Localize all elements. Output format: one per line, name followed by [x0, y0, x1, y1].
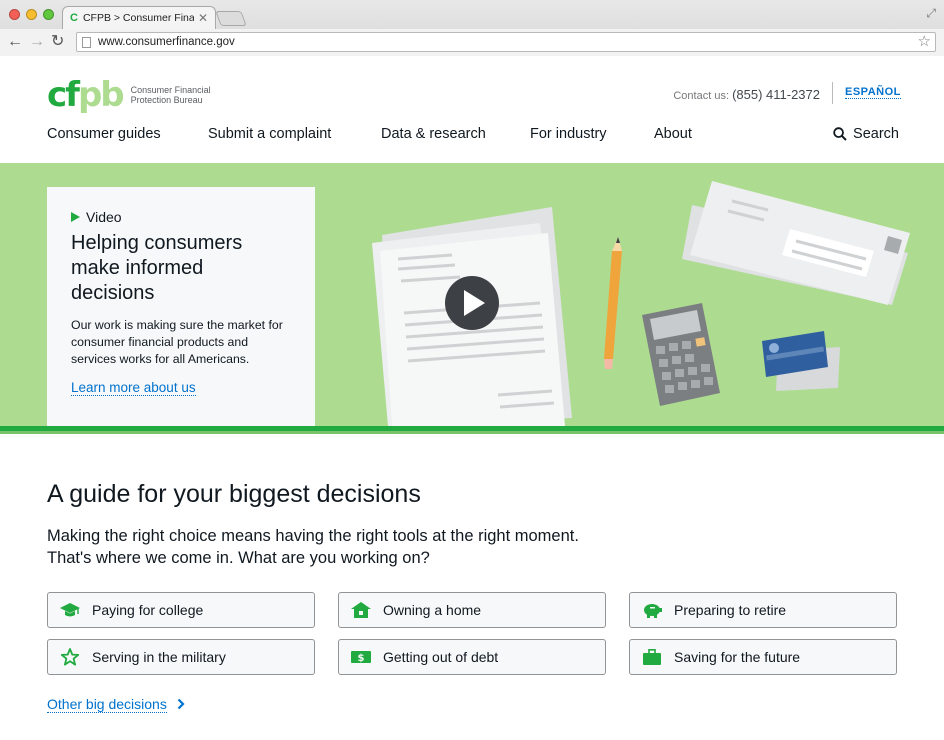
contact-label: Contact us:	[673, 90, 729, 102]
owning-a-home-button[interactable]: Owning a home	[338, 592, 606, 628]
play-triangle-icon	[71, 212, 80, 222]
logo-mark: cfpb	[47, 75, 125, 115]
guide-label: Serving in the military	[92, 649, 226, 665]
espanol-link[interactable]: ESPAÑOL	[845, 86, 901, 99]
saving-for-future-button[interactable]: Saving for the future	[629, 639, 897, 675]
bookmark-star-icon[interactable]: ☆	[918, 33, 931, 51]
star-icon	[60, 647, 80, 667]
graduation-cap-icon	[60, 600, 80, 620]
hero-title: Helping consumers make informed decision…	[71, 232, 243, 304]
forward-arrow-icon[interactable]: →	[29, 32, 45, 52]
calculator-illustration	[642, 303, 720, 406]
pencil-illustration	[604, 237, 622, 369]
url-text: www.consumerfinance.gov	[98, 36, 235, 48]
hero-card: Video Helping consumers make informed de…	[47, 187, 315, 426]
nav-data-research[interactable]: Data & research	[381, 126, 486, 142]
credit-card-illustration	[762, 331, 840, 391]
tab-title: CFPB > Consumer Financial	[82, 12, 194, 24]
close-window-button[interactable]	[9, 9, 20, 20]
other-big-decisions-link[interactable]: Other big decisions	[47, 696, 185, 713]
new-tab-button[interactable]	[215, 11, 247, 26]
video-play-icon[interactable]	[445, 276, 499, 330]
main-navigation: Consumer guides Submit a complaint Data …	[47, 126, 899, 146]
guides-heading: A guide for your biggest decisions	[47, 480, 421, 508]
close-tab-icon[interactable]: ✕	[198, 11, 208, 25]
guide-label: Owning a home	[383, 602, 482, 618]
paying-for-college-button[interactable]: Paying for college	[47, 592, 315, 628]
guide-label: Saving for the future	[674, 649, 801, 665]
serving-in-military-button[interactable]: Serving in the military	[47, 639, 315, 675]
favicon-icon: C	[70, 12, 78, 24]
getting-out-of-debt-button[interactable]: $ Getting out of debt	[338, 639, 606, 675]
guides-intro: Making the right choice means having the…	[47, 527, 579, 567]
nav-for-industry[interactable]: For industry	[530, 126, 607, 142]
page-icon	[82, 36, 91, 48]
hero-description: Our work is making sure the market for c…	[71, 318, 283, 366]
back-arrow-icon[interactable]: ←	[7, 32, 23, 52]
nav-submit-complaint[interactable]: Submit a complaint	[208, 126, 331, 142]
briefcase-icon	[642, 647, 662, 667]
window-controls	[9, 9, 54, 20]
guide-label: Getting out of debt	[383, 649, 499, 665]
hero-kicker-label: Video	[86, 209, 122, 225]
contact-phone[interactable]: (855) 411-2372	[732, 87, 820, 102]
browser-tab[interactable]: C CFPB > Consumer Financial ✕	[62, 6, 216, 29]
fullscreen-icon[interactable]: ⤢	[926, 6, 936, 21]
logo-agency-name: Consumer Financial Protection Bureau	[130, 85, 211, 105]
guide-label: Paying for college	[92, 602, 204, 618]
piggy-bank-icon	[642, 600, 662, 620]
search-button[interactable]: Search	[833, 126, 899, 142]
contact-info: Contact us: (855) 411-2372	[673, 87, 820, 102]
nav-about[interactable]: About	[654, 126, 692, 142]
search-label: Search	[853, 126, 899, 142]
hero-bottom-bar	[0, 426, 944, 434]
guide-label: Preparing to retire	[674, 602, 787, 618]
address-bar[interactable]: www.consumerfinance.gov ☆	[76, 32, 936, 52]
cfpb-logo[interactable]: cfpb Consumer Financial Protection Burea…	[47, 75, 221, 115]
browser-chrome: C CFPB > Consumer Financial ✕ ⤢ ← → ↻ ww…	[0, 0, 944, 56]
preparing-to-retire-button[interactable]: Preparing to retire	[629, 592, 897, 628]
minimize-window-button[interactable]	[26, 9, 37, 20]
chevron-right-icon	[177, 697, 185, 713]
learn-more-link[interactable]: Learn more about us	[71, 380, 196, 396]
header-divider	[832, 82, 833, 104]
browser-toolbar: ← → ↻ www.consumerfinance.gov ☆	[0, 29, 944, 56]
nav-consumer-guides[interactable]: Consumer guides	[47, 126, 161, 142]
other-link-label: Other big decisions	[47, 696, 167, 713]
svg-text:$: $	[358, 653, 365, 664]
search-icon	[833, 127, 847, 141]
reload-icon[interactable]: ↻	[51, 32, 64, 52]
hero-banner: Video Helping consumers make informed de…	[0, 163, 944, 426]
money-icon: $	[351, 647, 371, 667]
hero-kicker: Video	[71, 209, 291, 225]
zoom-window-button[interactable]	[43, 9, 54, 20]
envelope-illustration	[682, 181, 910, 305]
house-icon	[351, 600, 371, 620]
